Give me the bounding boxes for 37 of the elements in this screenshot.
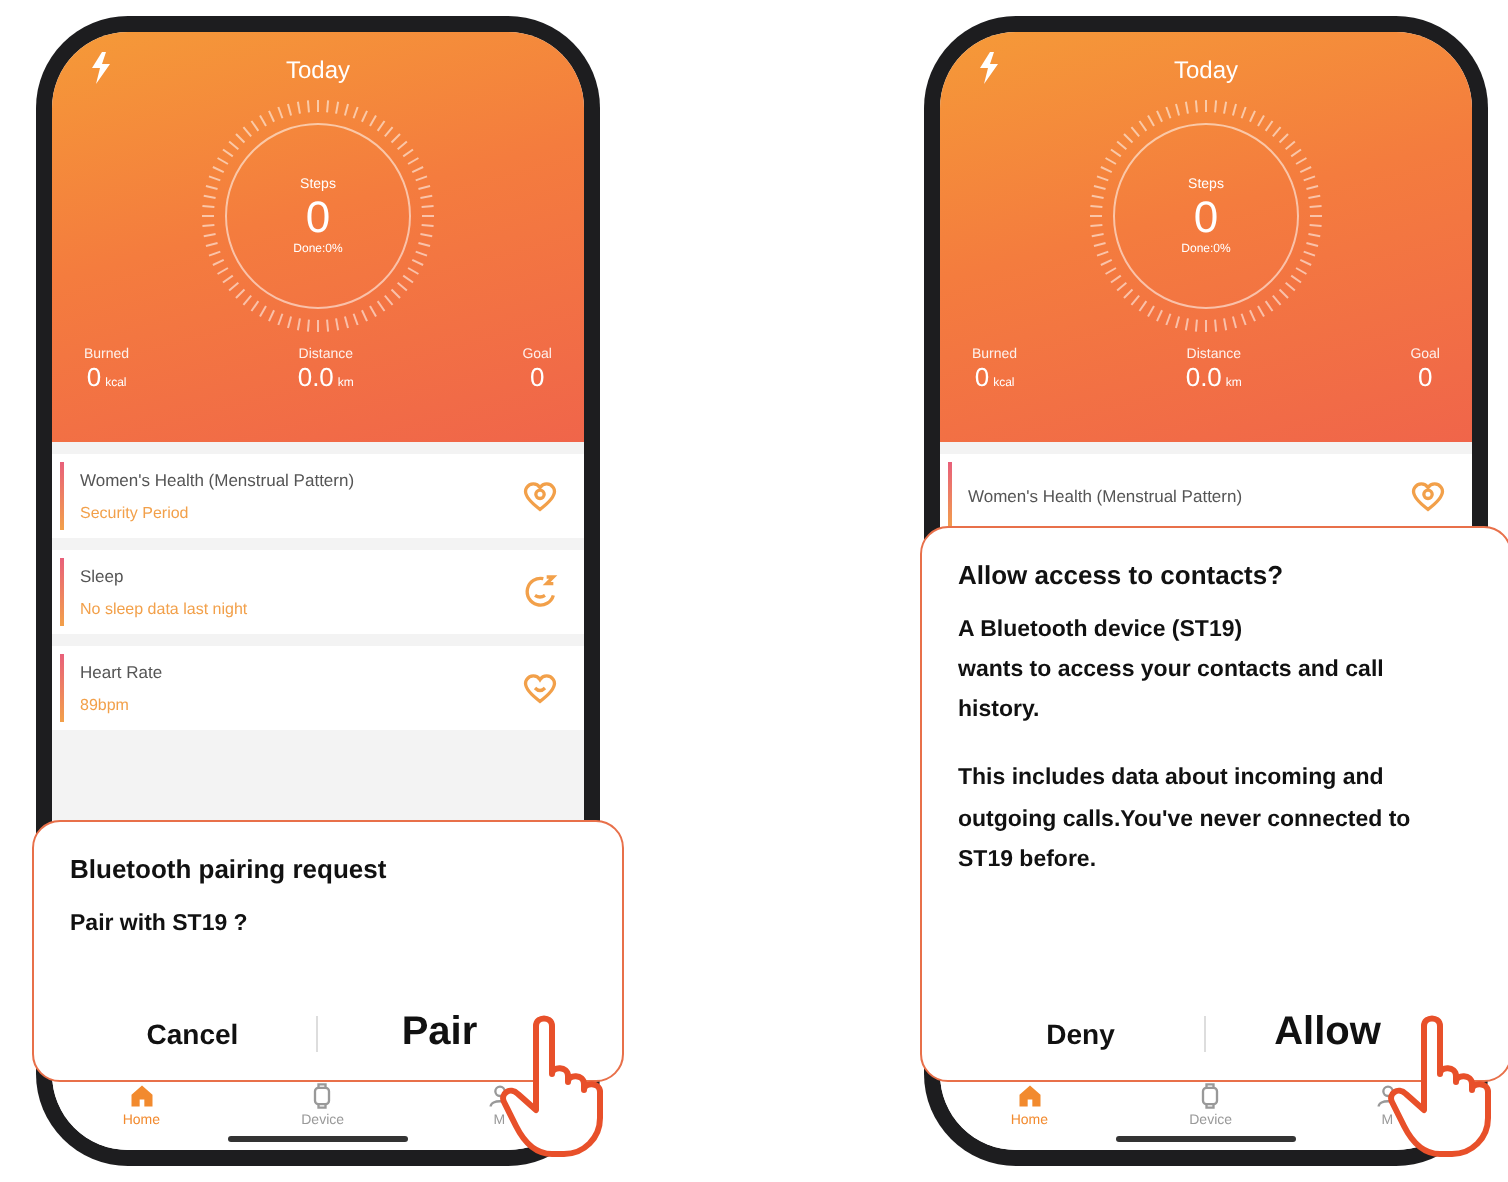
card-title: Heart Rate [80,662,165,682]
stat-value: 0.0 [297,362,334,392]
moon-icon [520,572,560,612]
stat-value: 0 [529,362,545,392]
card-title: Women's Health (Menstrual Pattern) [968,486,1245,506]
stat-value: 0 [86,362,102,392]
dialog-message: Pair with ST19 ? [70,910,250,940]
home-icon [127,1082,156,1110]
dialog-message: This includes data about incoming and outgoing calls.You've never connected to ST19 before. [958,764,1413,876]
screen-title: Today [285,56,351,84]
dialog-title: Allow access to contacts? [958,560,1286,590]
heart-icon [520,668,560,708]
steps-value: 0 [1193,195,1219,239]
dismiss-button[interactable]: Deny [958,1009,1203,1057]
health-card[interactable]: Heart Rate 89bpm [52,646,584,730]
logo-icon [976,52,1000,84]
home-icon [1015,1082,1044,1110]
card-subtitle: 89bpm [80,696,131,714]
card-subtitle: Security Period [80,504,191,522]
confirm-button[interactable]: Pair [317,1002,562,1064]
card-title: Sleep [80,566,126,586]
health-card[interactable]: Women's Health (Menstrual Pattern) Security Period [52,454,584,538]
confirm-button[interactable]: Allow [1205,1002,1450,1064]
steps-value: 0 [305,195,331,239]
dialog-title: Bluetooth pairing request [70,854,389,884]
stat-value: 0.0 [1185,362,1222,392]
stat-value: 0 [1417,362,1433,392]
health-card[interactable]: Sleep No sleep data last night [52,550,584,634]
card-subtitle: No sleep data last night [80,600,250,618]
heart-icon [520,476,560,516]
logo-icon [88,52,112,84]
dismiss-button[interactable]: Cancel [70,1009,315,1057]
dialog-message: A Bluetooth device (ST19) wants to access your contacts and call history. [958,616,1386,727]
heart-icon [1408,476,1448,516]
card-title: Women's Health (Menstrual Pattern) [80,470,357,490]
screen-title: Today [1173,56,1239,84]
stat-value: 0 [974,362,990,392]
